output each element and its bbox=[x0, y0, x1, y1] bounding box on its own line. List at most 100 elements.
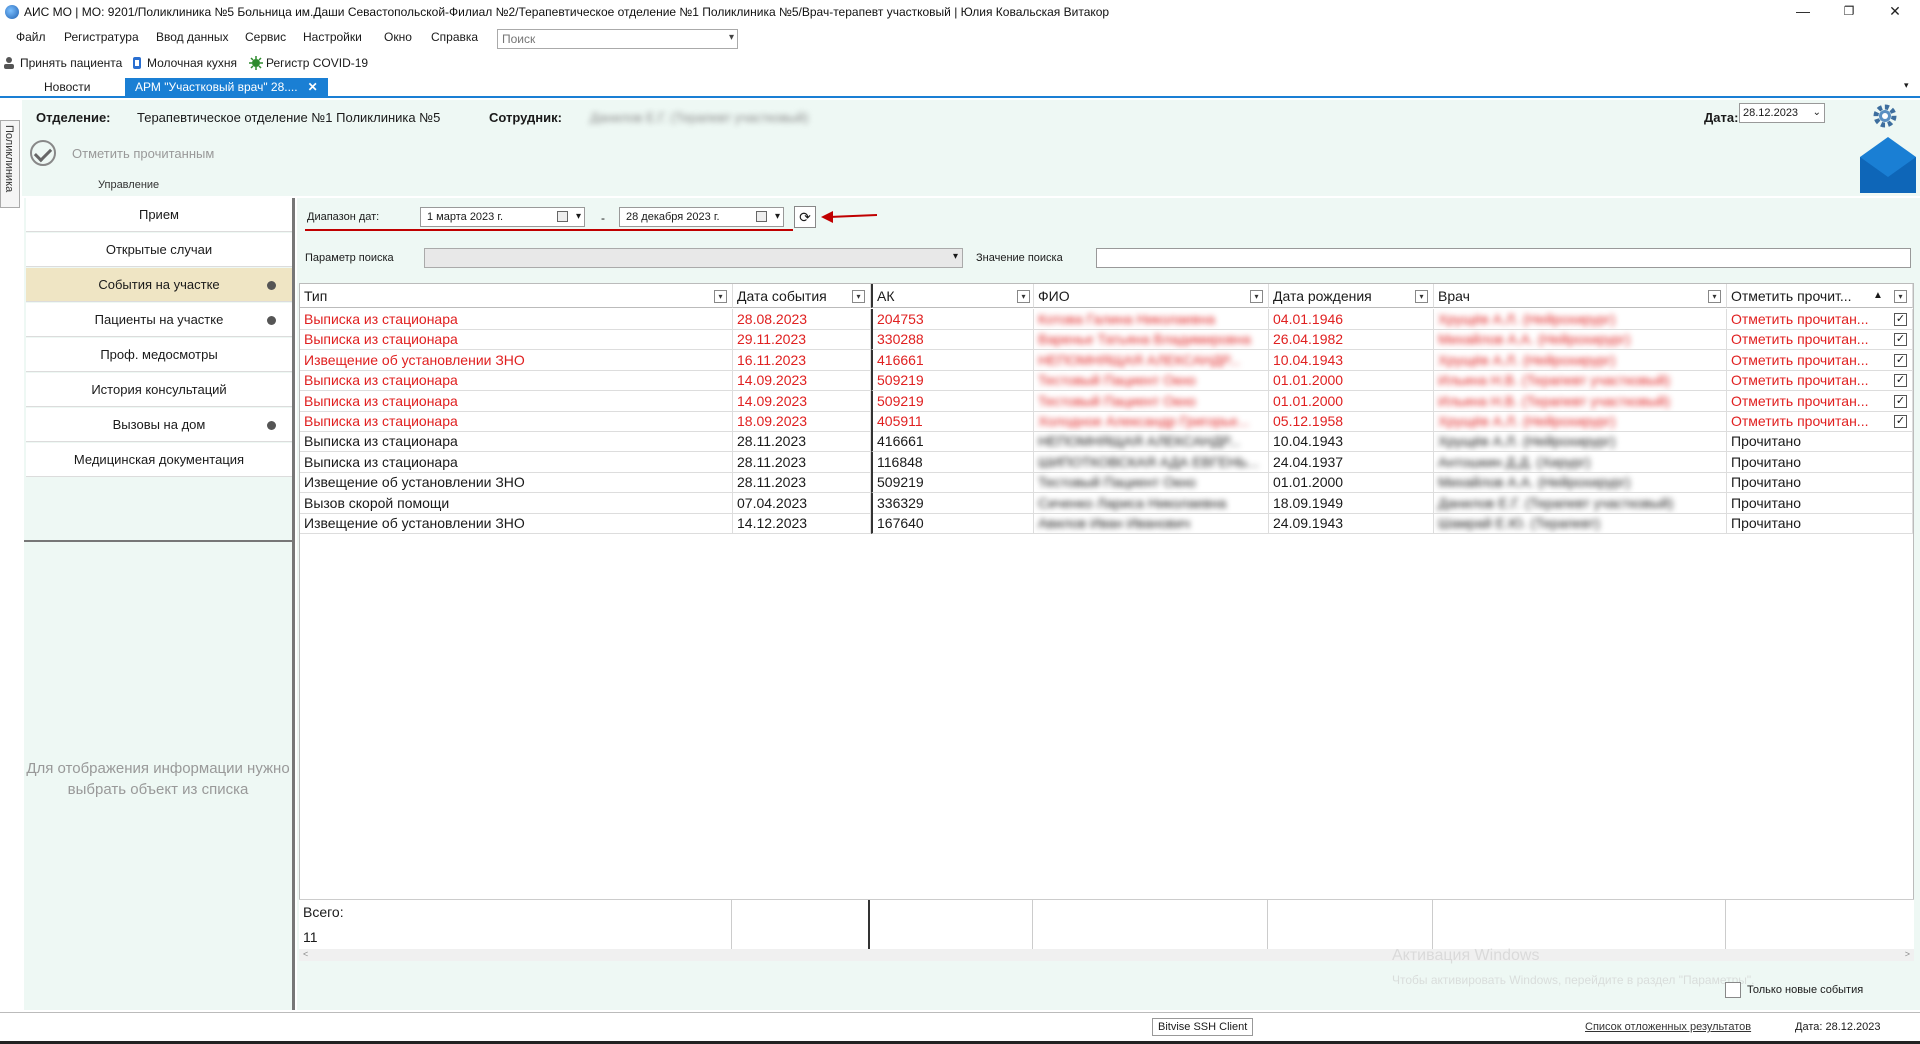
cell-type[interactable]: Извещение об установлении ЗНО bbox=[300, 513, 733, 534]
covid-registry-button[interactable]: Регистр COVID-19 bbox=[249, 56, 368, 70]
cell-ak[interactable]: 116848 bbox=[871, 451, 1034, 473]
cell-birth-date[interactable]: 24.09.1943 bbox=[1269, 513, 1434, 534]
cell-ak[interactable]: 416661 bbox=[871, 431, 1034, 453]
menu-data-input[interactable]: Ввод данных bbox=[156, 30, 229, 44]
chevron-down-icon[interactable]: ⌄ bbox=[1813, 104, 1821, 122]
menu-help[interactable]: Справка bbox=[431, 30, 478, 44]
cell-mark-read[interactable]: Отметить прочитан... ✓ bbox=[1727, 411, 1913, 432]
cell-event-date[interactable]: 18.09.2023 bbox=[733, 411, 871, 432]
date-picker[interactable]: 28.12.2023 ⌄ bbox=[1739, 103, 1825, 123]
close-tab-icon[interactable]: ✕ bbox=[308, 80, 318, 94]
cell-ak[interactable]: 204753 bbox=[871, 309, 1034, 330]
mark-read-checkbox[interactable]: ✓ bbox=[1894, 394, 1907, 408]
cell-type[interactable]: Выписка из стационара bbox=[300, 309, 733, 330]
date-from-picker[interactable]: 1 марта 2023 г. ▾ bbox=[420, 207, 585, 227]
cell-doctor[interactable]: Михайлов А.А. (Нейрохирург) bbox=[1434, 329, 1727, 351]
scroll-left-icon[interactable]: < bbox=[303, 949, 308, 959]
cell-fio[interactable]: Тестовый Пациент Окно bbox=[1034, 390, 1269, 412]
cell-fio[interactable]: Сиченко Лариса Николаевна bbox=[1034, 492, 1269, 514]
date-to-picker[interactable]: 28 декабря 2023 г. ▾ bbox=[619, 207, 784, 227]
mark-read-checkbox[interactable]: ✓ bbox=[1894, 415, 1907, 428]
cell-doctor[interactable]: Хрущёв А.Л. (Нейрохирург) bbox=[1434, 411, 1727, 432]
cell-type[interactable]: Выписка из стационара bbox=[300, 431, 733, 453]
maximize-button[interactable]: ❐ bbox=[1826, 0, 1872, 22]
col-mark-read[interactable]: Отметить прочит... ▲ ▾ bbox=[1727, 284, 1913, 308]
cell-type[interactable]: Извещение об установлении ЗНО bbox=[300, 472, 733, 494]
cell-birth-date[interactable]: 01.01.2000 bbox=[1269, 390, 1434, 412]
cell-fio[interactable]: ШИПОТКОВСКАЯ АДА ЕВГЕНЬ... bbox=[1034, 451, 1269, 473]
search-value-input[interactable] bbox=[1096, 248, 1911, 268]
cell-type[interactable]: Вызов скорой помощи bbox=[300, 492, 733, 514]
nav-item-med-docs[interactable]: Медицинская документация bbox=[26, 443, 292, 477]
chevron-down-icon[interactable]: ▾ bbox=[953, 251, 958, 262]
menu-file[interactable]: Файл bbox=[16, 30, 46, 44]
col-event-date[interactable]: Дата события ▾ bbox=[733, 284, 871, 308]
menu-service[interactable]: Сервис bbox=[245, 30, 286, 44]
mark-read-checkbox[interactable]: ✓ bbox=[1894, 313, 1907, 326]
cell-doctor[interactable]: Михайлов А.А. (Нейрохирург) bbox=[1434, 472, 1727, 494]
milk-kitchen-button[interactable]: Молочная кухня bbox=[130, 56, 237, 70]
col-ak[interactable]: АК ▾ bbox=[871, 284, 1034, 308]
cell-event-date[interactable]: 28.11.2023 bbox=[733, 472, 871, 494]
deferred-results-link[interactable]: Список отложенных результатов bbox=[1585, 1021, 1751, 1033]
cell-event-date[interactable]: 28.08.2023 bbox=[733, 309, 871, 330]
cell-type[interactable]: Выписка из стационара bbox=[300, 390, 733, 412]
cell-birth-date[interactable]: 01.01.2000 bbox=[1269, 370, 1434, 392]
tab-news[interactable]: Новости bbox=[34, 78, 100, 96]
minimize-button[interactable]: — bbox=[1780, 0, 1826, 22]
tabs-overflow-icon[interactable]: ▾ bbox=[1904, 80, 1909, 91]
filter-icon[interactable]: ▾ bbox=[1708, 290, 1721, 303]
cell-mark-read[interactable]: Отметить прочитан... ✓ bbox=[1727, 309, 1913, 330]
cell-event-date[interactable]: 28.11.2023 bbox=[733, 431, 871, 453]
checkbox-box[interactable] bbox=[1725, 982, 1741, 998]
only-new-events-checkbox[interactable]: Только новые события bbox=[1725, 982, 1863, 998]
cell-fio[interactable]: Тестовый Пациент Окно bbox=[1034, 370, 1269, 392]
cell-doctor[interactable]: Ильина Н.В. (Терапевт участковый) bbox=[1434, 390, 1727, 412]
calendar-icon[interactable] bbox=[557, 211, 568, 222]
cell-type[interactable]: Выписка из стационара bbox=[300, 411, 733, 432]
cell-ak[interactable]: 416661 bbox=[871, 349, 1034, 371]
gear-icon[interactable] bbox=[1872, 103, 1898, 129]
col-doctor[interactable]: Врач ▾ bbox=[1434, 284, 1727, 308]
cell-event-date[interactable]: 29.11.2023 bbox=[733, 329, 871, 351]
cell-ak[interactable]: 509219 bbox=[871, 370, 1034, 392]
cell-mark-read[interactable]: Прочитано bbox=[1727, 451, 1913, 473]
cell-birth-date[interactable]: 24.04.1937 bbox=[1269, 451, 1434, 473]
cell-ak[interactable]: 336329 bbox=[871, 492, 1034, 514]
filter-icon[interactable]: ▾ bbox=[852, 290, 865, 303]
col-fio[interactable]: ФИО ▾ bbox=[1034, 284, 1269, 308]
cell-doctor[interactable]: Антошкин Д.Д. (Хирург) bbox=[1434, 451, 1727, 473]
cell-type[interactable]: Выписка из стационара bbox=[300, 370, 733, 392]
nav-item-consultations[interactable]: История консультаций bbox=[26, 373, 292, 407]
cell-ak[interactable]: 330288 bbox=[871, 329, 1034, 351]
cell-mark-read[interactable]: Прочитано bbox=[1727, 472, 1913, 494]
filter-icon[interactable]: ▾ bbox=[1894, 290, 1907, 303]
envelope-icon[interactable] bbox=[1860, 137, 1916, 193]
mark-read-checkbox[interactable]: ✓ bbox=[1894, 374, 1907, 388]
cell-type[interactable]: Выписка из стационара bbox=[300, 451, 733, 473]
cell-doctor[interactable]: Хрущёв А.Л. (Нейрохирург) bbox=[1434, 431, 1727, 453]
nav-item-home-calls[interactable]: Вызовы на дом bbox=[26, 408, 292, 442]
cell-fio[interactable]: Авилов Иван Иванович bbox=[1034, 513, 1269, 534]
cell-doctor[interactable]: Шамрай Е.Ю. (Терапевт) bbox=[1434, 513, 1727, 534]
cell-fio[interactable]: Варенье Татьяна Владимировна bbox=[1034, 329, 1269, 351]
chevron-down-icon[interactable]: ▾ bbox=[729, 32, 734, 43]
cell-fio[interactable]: НЕПОМНЯЩАЯ АЛЕКСАНДР... bbox=[1034, 431, 1269, 453]
cell-birth-date[interactable]: 26.04.1982 bbox=[1269, 329, 1434, 351]
cell-fio[interactable]: Тестовый Пациент Окно bbox=[1034, 472, 1269, 494]
cell-mark-read[interactable]: Отметить прочитан... ✓ bbox=[1727, 349, 1913, 371]
menu-settings[interactable]: Настройки bbox=[303, 30, 362, 44]
cell-birth-date[interactable]: 10.04.1943 bbox=[1269, 431, 1434, 453]
filter-icon[interactable]: ▾ bbox=[714, 290, 727, 303]
cell-mark-read[interactable]: Отметить прочитан... ✓ bbox=[1727, 329, 1913, 351]
cell-birth-date[interactable]: 05.12.1958 bbox=[1269, 411, 1434, 432]
nav-item-open-cases[interactable]: Открытые случаи bbox=[26, 233, 292, 267]
chevron-down-icon[interactable]: ▾ bbox=[576, 208, 581, 226]
nav-item-reception[interactable]: Прием bbox=[26, 198, 292, 232]
chevron-down-icon[interactable]: ▾ bbox=[775, 208, 780, 226]
menu-window[interactable]: Окно bbox=[384, 30, 412, 44]
nav-item-events[interactable]: События на участке bbox=[26, 268, 292, 302]
cell-mark-read[interactable]: Прочитано bbox=[1727, 431, 1913, 453]
cell-doctor[interactable]: Хрущёв А.Л. (Нейрохирург) bbox=[1434, 309, 1727, 330]
cell-fio[interactable]: НЕПОМНЯЩАЯ АЛЕКСАНДР... bbox=[1034, 349, 1269, 371]
